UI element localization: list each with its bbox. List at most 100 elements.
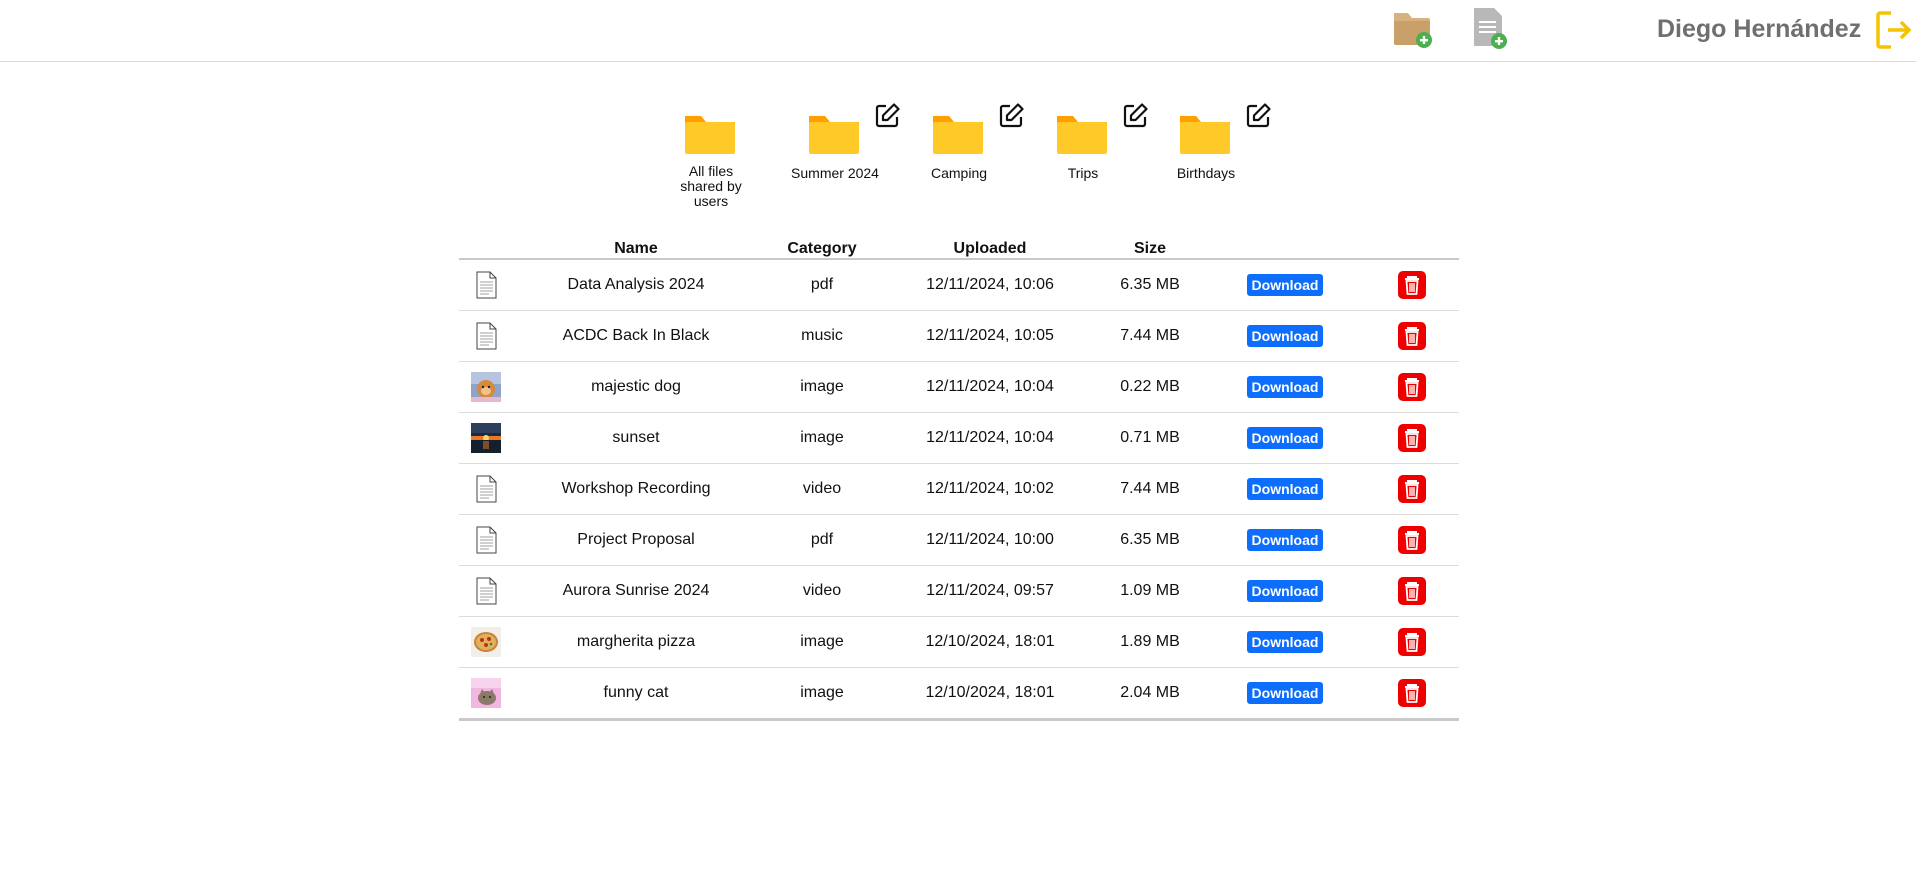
download-cell: Download — [1205, 514, 1365, 566]
delete-button[interactable] — [1398, 628, 1426, 656]
folder-icon — [809, 116, 859, 154]
delete-button[interactable] — [1398, 271, 1426, 299]
column-header-thumb — [459, 234, 513, 260]
file-name: margherita pizza — [513, 616, 759, 668]
document-icon — [476, 322, 497, 350]
file-name: Data Analysis 2024 — [513, 259, 759, 311]
file-size: 7.44 MB — [1095, 463, 1205, 515]
table-row[interactable]: margherita pizza image 12/10/2024, 18:01 1.… — [459, 616, 1459, 668]
file-category: pdf — [759, 514, 885, 566]
download-button[interactable]: Download — [1246, 631, 1324, 653]
download-button[interactable]: Download — [1246, 529, 1324, 551]
table-row[interactable]: Data Analysis 2024 pdf 12/11/2024, 10:06 6.… — [459, 259, 1459, 311]
new-file-icon[interactable] — [1470, 6, 1510, 55]
file-uploaded: 12/11/2024, 10:02 — [885, 463, 1095, 515]
file-uploaded: 12/11/2024, 09:57 — [885, 565, 1095, 617]
column-header-uploaded[interactable]: Uploaded — [885, 234, 1095, 260]
new-folder-icon[interactable] — [1392, 7, 1434, 54]
file-size: 0.71 MB — [1095, 412, 1205, 464]
files-table: Name Category Uploaded Size Data Analysi… — [459, 234, 1459, 721]
folder-icon — [1180, 116, 1230, 154]
folder-label: Birthdays — [1176, 165, 1236, 181]
file-uploaded: 12/11/2024, 10:04 — [885, 412, 1095, 464]
column-header-name[interactable]: Name — [513, 234, 759, 260]
delete-cell — [1365, 667, 1459, 721]
file-name: Workshop Recording — [513, 463, 759, 515]
table-row[interactable]: sunset image 12/11/2024, 10:04 0.71 MB Downl… — [459, 412, 1459, 464]
user-name: Diego Hernández — [1657, 15, 1862, 43]
column-header-size[interactable]: Size — [1095, 234, 1205, 260]
file-size: 2.04 MB — [1095, 667, 1205, 721]
folder-icon — [685, 116, 735, 154]
delete-button[interactable] — [1398, 526, 1426, 554]
download-button[interactable]: Download — [1246, 682, 1324, 704]
file-category: image — [759, 361, 885, 413]
table-row[interactable]: funny cat image 12/10/2024, 18:01 2.04 MB Do… — [459, 667, 1459, 721]
file-thumbnail-cell — [459, 616, 513, 668]
table-row[interactable]: majestic dog image 12/11/2024, 10:04 0.22 M… — [459, 361, 1459, 413]
file-thumbnail-cell — [459, 259, 513, 311]
download-button[interactable]: Download — [1246, 325, 1324, 347]
column-header-download — [1205, 234, 1365, 260]
table-row[interactable]: Project Proposal pdf 12/11/2024, 10:00 6.35… — [459, 514, 1459, 566]
file-category: pdf — [759, 259, 885, 311]
file-name: ACDC Back In Black — [513, 310, 759, 362]
download-cell: Download — [1205, 565, 1365, 617]
file-thumbnail-cell — [459, 412, 513, 464]
file-thumbnail-cell — [459, 565, 513, 617]
download-cell: Download — [1205, 463, 1365, 515]
download-button[interactable]: Download — [1246, 580, 1324, 602]
folder-icon — [1057, 116, 1107, 154]
document-icon — [476, 271, 497, 299]
file-thumbnail-cell — [459, 361, 513, 413]
file-uploaded: 12/11/2024, 10:05 — [885, 310, 1095, 362]
folder-label: All files shared by users — [680, 163, 742, 209]
file-category: image — [759, 616, 885, 668]
table-row[interactable]: Workshop Recording video 12/11/2024, 10:02… — [459, 463, 1459, 515]
delete-cell — [1365, 361, 1459, 413]
delete-button[interactable] — [1398, 475, 1426, 503]
table-row[interactable]: ACDC Back In Black music 12/11/2024, 10:05… — [459, 310, 1459, 362]
file-category: music — [759, 310, 885, 362]
file-name: majestic dog — [513, 361, 759, 413]
trash-icon — [1405, 684, 1419, 703]
edit-icon[interactable] — [999, 102, 1025, 128]
delete-button[interactable] — [1398, 577, 1426, 605]
download-button[interactable]: Download — [1246, 478, 1324, 500]
delete-cell — [1365, 514, 1459, 566]
delete-cell — [1365, 616, 1459, 668]
document-icon — [476, 475, 497, 503]
delete-button[interactable] — [1398, 424, 1426, 452]
file-category: image — [759, 667, 885, 721]
pizza-thumbnail — [471, 627, 501, 657]
delete-button[interactable] — [1398, 322, 1426, 350]
file-uploaded: 12/10/2024, 18:01 — [885, 616, 1095, 668]
download-button[interactable]: Download — [1246, 274, 1324, 296]
file-uploaded: 12/11/2024, 10:04 — [885, 361, 1095, 413]
logout-icon[interactable] — [1875, 10, 1913, 55]
download-button[interactable]: Download — [1246, 376, 1324, 398]
edit-icon[interactable] — [1246, 102, 1272, 128]
file-category: video — [759, 565, 885, 617]
cat-thumbnail — [471, 678, 501, 708]
download-button[interactable]: Download — [1246, 427, 1324, 449]
file-thumbnail-cell — [459, 310, 513, 362]
column-header-category[interactable]: Category — [759, 234, 885, 260]
delete-cell — [1365, 463, 1459, 515]
edit-icon[interactable] — [875, 102, 901, 128]
delete-cell — [1365, 412, 1459, 464]
trash-icon — [1405, 276, 1419, 295]
delete-cell — [1365, 310, 1459, 362]
table-row[interactable]: Aurora Sunrise 2024 video 12/11/2024, 09:5… — [459, 565, 1459, 617]
document-icon — [476, 577, 497, 605]
file-category: video — [759, 463, 885, 515]
delete-button[interactable] — [1398, 679, 1426, 707]
delete-button[interactable] — [1398, 373, 1426, 401]
edit-icon[interactable] — [1123, 102, 1149, 128]
download-cell: Download — [1205, 361, 1365, 413]
file-size: 1.89 MB — [1095, 616, 1205, 668]
delete-cell — [1365, 259, 1459, 311]
file-name: Aurora Sunrise 2024 — [513, 565, 759, 617]
file-thumbnail-cell — [459, 667, 513, 721]
sunset-thumbnail — [471, 423, 501, 453]
